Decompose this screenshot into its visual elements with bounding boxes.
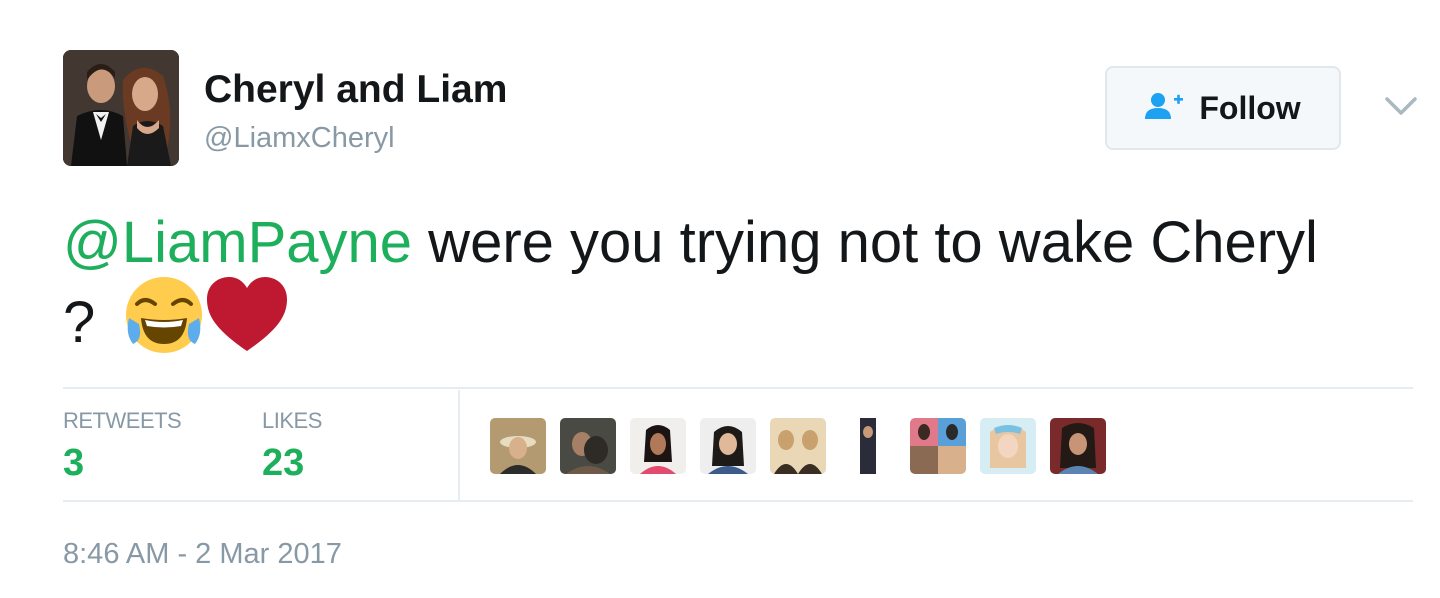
author-handle[interactable]: @LiamxCheryl	[204, 122, 395, 155]
liker-avatar[interactable]	[910, 418, 966, 474]
liker-avatar[interactable]	[630, 418, 686, 474]
liker-avatar[interactable]	[840, 418, 896, 474]
stats-vertical-divider	[458, 390, 460, 500]
tweet-body-text: were you trying not to wake Cheryl	[412, 210, 1318, 275]
stats-bottom-divider	[63, 500, 1413, 502]
likes-count[interactable]: 23	[262, 442, 304, 485]
liker-avatar[interactable]	[490, 418, 546, 474]
liker-avatar[interactable]	[1050, 418, 1106, 474]
liker-avatar[interactable]	[560, 418, 616, 474]
retweets-label[interactable]: RETWEETS	[63, 408, 182, 434]
tweet-timestamp[interactable]: 8:46 AM - 2 Mar 2017	[63, 538, 342, 571]
chevron-down-icon[interactable]	[1384, 94, 1418, 118]
follow-button-label: Follow	[1199, 89, 1301, 126]
author-avatar[interactable]	[63, 50, 179, 166]
mention-link[interactable]: @LiamPayne	[63, 210, 412, 275]
tweet-card: Cheryl and Liam @LiamxCheryl Follow @Lia…	[0, 0, 1440, 598]
liker-avatar[interactable]	[770, 418, 826, 474]
red-heart-icon	[205, 275, 289, 369]
likers-avatar-list	[490, 418, 1106, 474]
question-mark-text: ?	[63, 289, 96, 355]
liker-avatar[interactable]	[700, 418, 756, 474]
stats-top-divider	[63, 387, 1413, 389]
liker-avatar[interactable]	[980, 418, 1036, 474]
retweets-count[interactable]: 3	[63, 442, 84, 485]
follow-button[interactable]: Follow	[1105, 66, 1341, 150]
tweet-text-line2: ?	[63, 277, 289, 362]
add-user-icon	[1145, 92, 1185, 125]
likes-label[interactable]: LIKES	[262, 408, 322, 434]
tweet-text: @LiamPayne were you trying not to wake C…	[63, 206, 1403, 280]
author-name[interactable]: Cheryl and Liam	[204, 68, 507, 112]
avatar-photo	[63, 50, 179, 166]
face-with-tears-of-joy-icon	[123, 274, 205, 370]
